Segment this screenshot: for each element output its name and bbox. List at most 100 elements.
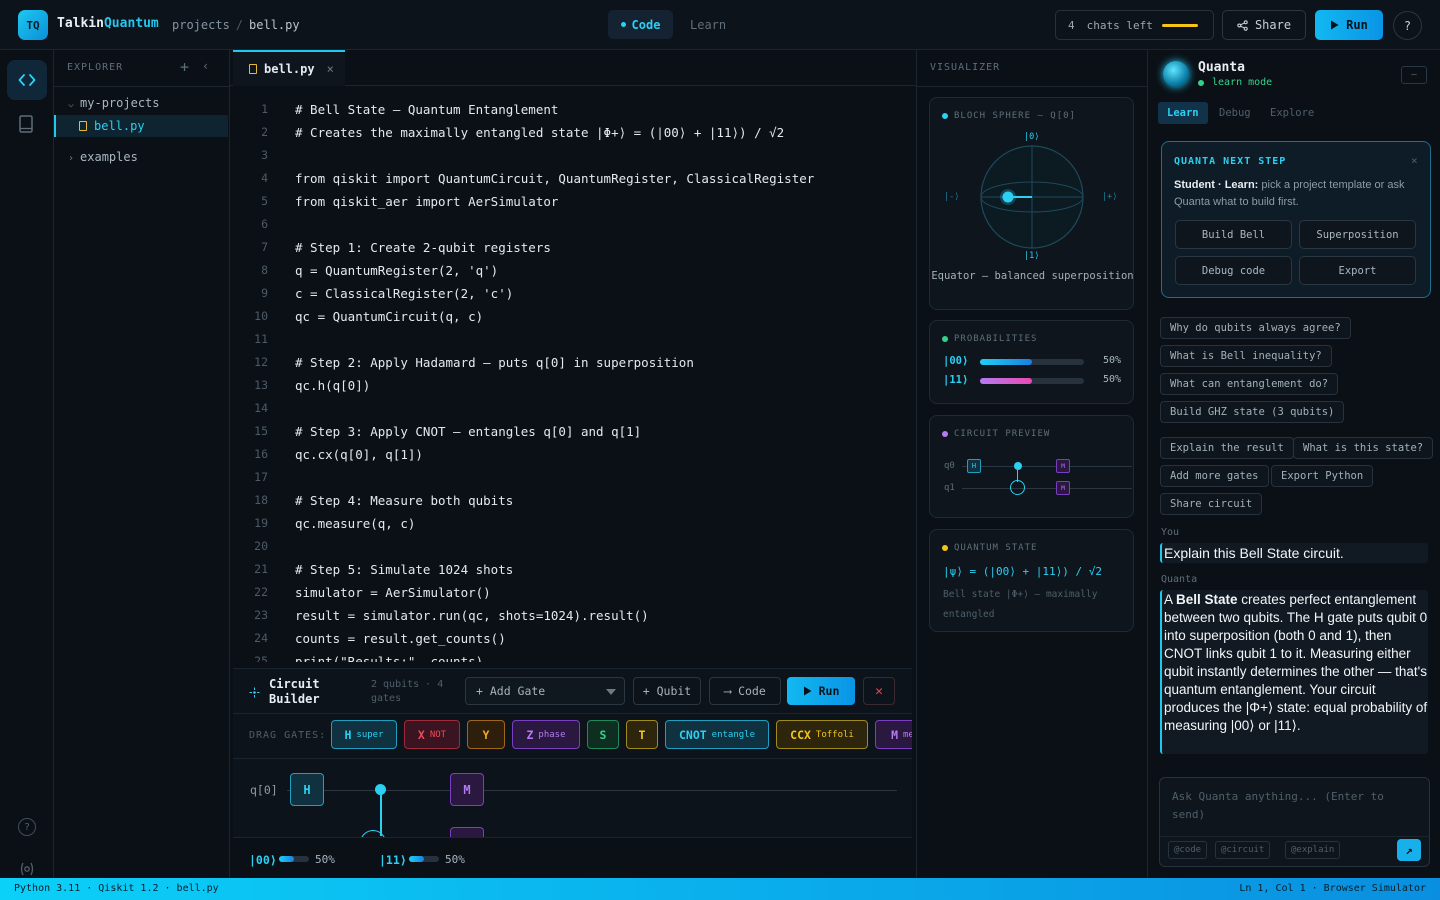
code-line[interactable]: 3 [230, 148, 916, 171]
code-line[interactable]: 19 qc.measure(q, c) [230, 516, 916, 539]
suggestion-chip[interactable]: What is this state? [1293, 437, 1434, 459]
placed-gate-h[interactable]: H [290, 773, 324, 806]
run-button[interactable]: Run [1315, 10, 1383, 40]
chat-tab-debug[interactable]: Debug [1210, 102, 1260, 124]
suggestion-chip[interactable]: Share circuit [1160, 493, 1263, 515]
line-text: qc = QuantumCircuit(q, c) [295, 309, 484, 324]
suggestion-chip[interactable]: Build GHZ state (3 qubits) [1160, 401, 1345, 423]
share-button[interactable]: Share [1222, 10, 1306, 40]
line-number: 1 [261, 102, 268, 116]
gate-chip-z[interactable]: Zphase [512, 720, 580, 749]
code-line[interactable]: 9 c = ClassicalRegister(2, 'c') [230, 286, 916, 309]
file-bell-py[interactable]: bell.py [54, 115, 228, 137]
learn-view-button[interactable] [17, 114, 35, 134]
send-button[interactable]: ↗ [1397, 839, 1421, 861]
gate-chip-m[interactable]: Mmeasure [875, 720, 912, 749]
card-title: QUANTUM STATE [942, 543, 1037, 553]
explorer-panel: EXPLORER + ‹ ⌵ my-projects bell.py › examp… [54, 50, 230, 878]
code-line[interactable]: 1 # Bell State — Quantum Entanglement [230, 102, 916, 125]
next-step-button[interactable]: Build Bell [1175, 220, 1292, 249]
suggestion-chip[interactable]: Export Python [1271, 465, 1374, 487]
code-line[interactable]: 17 [230, 470, 916, 493]
code-line[interactable]: 7 # Step 1: Create 2-qubit registers [230, 240, 916, 263]
code-line[interactable]: 16 qc.cx(q[0], q[1]) [230, 447, 916, 470]
state-formula: |ψ⟩ = (|00⟩ + |11⟩) / √2 [943, 565, 1102, 578]
code-view-button[interactable] [7, 60, 47, 100]
code-line[interactable]: 2 # Creates the maximally entangled state… [230, 125, 916, 148]
help-icon[interactable]: ? [18, 818, 36, 836]
to-code-button[interactable]: ⟶ Code [709, 677, 781, 705]
code-line[interactable]: 6 [230, 217, 916, 240]
clear-circuit-button[interactable]: ✕ [863, 677, 895, 705]
cnot-control[interactable] [375, 784, 386, 795]
code-line[interactable]: 24 counts = result.get_counts() [230, 631, 916, 654]
folder-my-projects[interactable]: ⌵ my-projects [68, 96, 160, 110]
chat-input-box[interactable]: Ask Quanta anything... (Enter to send) @… [1159, 777, 1430, 867]
account-icon[interactable] [19, 862, 35, 878]
gate-chip-x[interactable]: X NOT [404, 720, 460, 749]
code-line[interactable]: 21 # Step 5: Simulate 1024 shots [230, 562, 916, 585]
input-tag[interactable]: @circuit [1215, 841, 1271, 859]
code-line[interactable]: 25 print("Results:", counts) [230, 654, 916, 662]
add-qubit-button[interactable]: + Qubit [633, 677, 701, 705]
gate-chip-y[interactable]: Y [467, 720, 505, 749]
status-right: Ln 1, Col 1 · Browser Simulator [1239, 883, 1426, 894]
code-line[interactable]: 8 q = QuantumRegister(2, 'q') [230, 263, 916, 286]
folder-examples[interactable]: › examples [68, 150, 138, 164]
code-line[interactable]: 12 # Step 2: Apply Hadamard — puts q[0] i… [230, 355, 916, 378]
placed-gate-m[interactable]: M [450, 773, 484, 806]
builder-run-button[interactable]: Run [787, 677, 855, 705]
code-line[interactable]: 22 simulator = AerSimulator() [230, 585, 916, 608]
add-gate-select[interactable]: + Add Gate [465, 677, 625, 705]
suggestion-chip[interactable]: Why do qubits always agree? [1160, 317, 1351, 339]
gate-chip-cnot[interactable]: CNOT entangle [665, 720, 769, 749]
code-line[interactable]: 13 qc.h(q[0]) [230, 378, 916, 401]
next-step-button[interactable]: Debug code [1175, 256, 1292, 285]
close-icon[interactable]: × [1411, 154, 1418, 167]
chat-tab-learn[interactable]: Learn [1158, 102, 1208, 124]
suggestion-chip[interactable]: What is Bell inequality? [1160, 345, 1332, 367]
result-state: |11⟩ [379, 853, 407, 867]
gate-chip-t[interactable]: T [626, 720, 658, 749]
result-state: |00⟩ [249, 853, 277, 867]
code-line[interactable]: 20 [230, 539, 916, 562]
input-tag[interactable]: @code [1168, 841, 1208, 859]
suggestion-chip[interactable]: Add more gates [1160, 465, 1269, 487]
explorer-title: EXPLORER [67, 62, 124, 73]
gate-chip-s[interactable]: S [587, 720, 619, 749]
suggestion-chip[interactable]: Explain the result [1160, 437, 1294, 459]
code-line[interactable]: 10 qc = QuantumCircuit(q, c) [230, 309, 916, 332]
code-line[interactable]: 14 [230, 401, 916, 424]
help-button[interactable]: ? [1393, 11, 1422, 40]
gate-subtitle: measure [903, 729, 912, 740]
next-step-button[interactable]: Superposition [1299, 220, 1416, 249]
suggestion-chip[interactable]: What can entanglement do? [1160, 373, 1339, 395]
code-line[interactable]: 5 from qiskit_aer import AerSimulator [230, 194, 916, 217]
code-line[interactable]: 18 # Step 4: Measure both qubits [230, 493, 916, 516]
code-line[interactable]: 11 [230, 332, 916, 355]
close-tab-icon[interactable]: × [327, 62, 334, 76]
line-number: 5 [261, 194, 268, 208]
gate-name: Y [482, 727, 490, 742]
chat-tab-explore[interactable]: Explore [1261, 102, 1323, 124]
mode-code-tab[interactable]: Code [608, 10, 673, 39]
editor-tab-bell-py[interactable]: bell.py × [233, 50, 345, 86]
new-file-icon[interactable]: + [180, 58, 189, 76]
gate-chip-h[interactable]: Hsuper [331, 720, 397, 749]
code-area[interactable]: 1 # Bell State — Quantum Entanglement 2 # C… [230, 102, 916, 662]
placed-gate-m-q1[interactable] [450, 827, 484, 837]
input-tag[interactable]: @explain [1285, 841, 1341, 859]
chat-input-placeholder[interactable]: Ask Quanta anything... (Enter to send) [1172, 788, 1412, 824]
line-text: from qiskit_aer import AerSimulator [295, 194, 559, 209]
mode-learn-tab[interactable]: Learn [690, 18, 726, 32]
minimize-button[interactable]: — [1401, 66, 1427, 84]
code-line[interactable]: 23 result = simulator.run(qc, shots=1024)… [230, 608, 916, 631]
breadcrumb-projects[interactable]: projects [172, 18, 230, 32]
gate-chip-ccx[interactable]: CCX Toffoli [776, 720, 868, 749]
brand-talkin: Talkin [57, 16, 104, 31]
collapse-panel-icon[interactable]: ‹ [202, 59, 209, 73]
preview-cnot-control [1014, 462, 1022, 470]
next-step-button[interactable]: Export [1299, 256, 1416, 285]
code-line[interactable]: 15 # Step 3: Apply CNOT — entangles q[0] … [230, 424, 916, 447]
code-line[interactable]: 4 from qiskit import QuantumCircuit, Quan… [230, 171, 916, 194]
